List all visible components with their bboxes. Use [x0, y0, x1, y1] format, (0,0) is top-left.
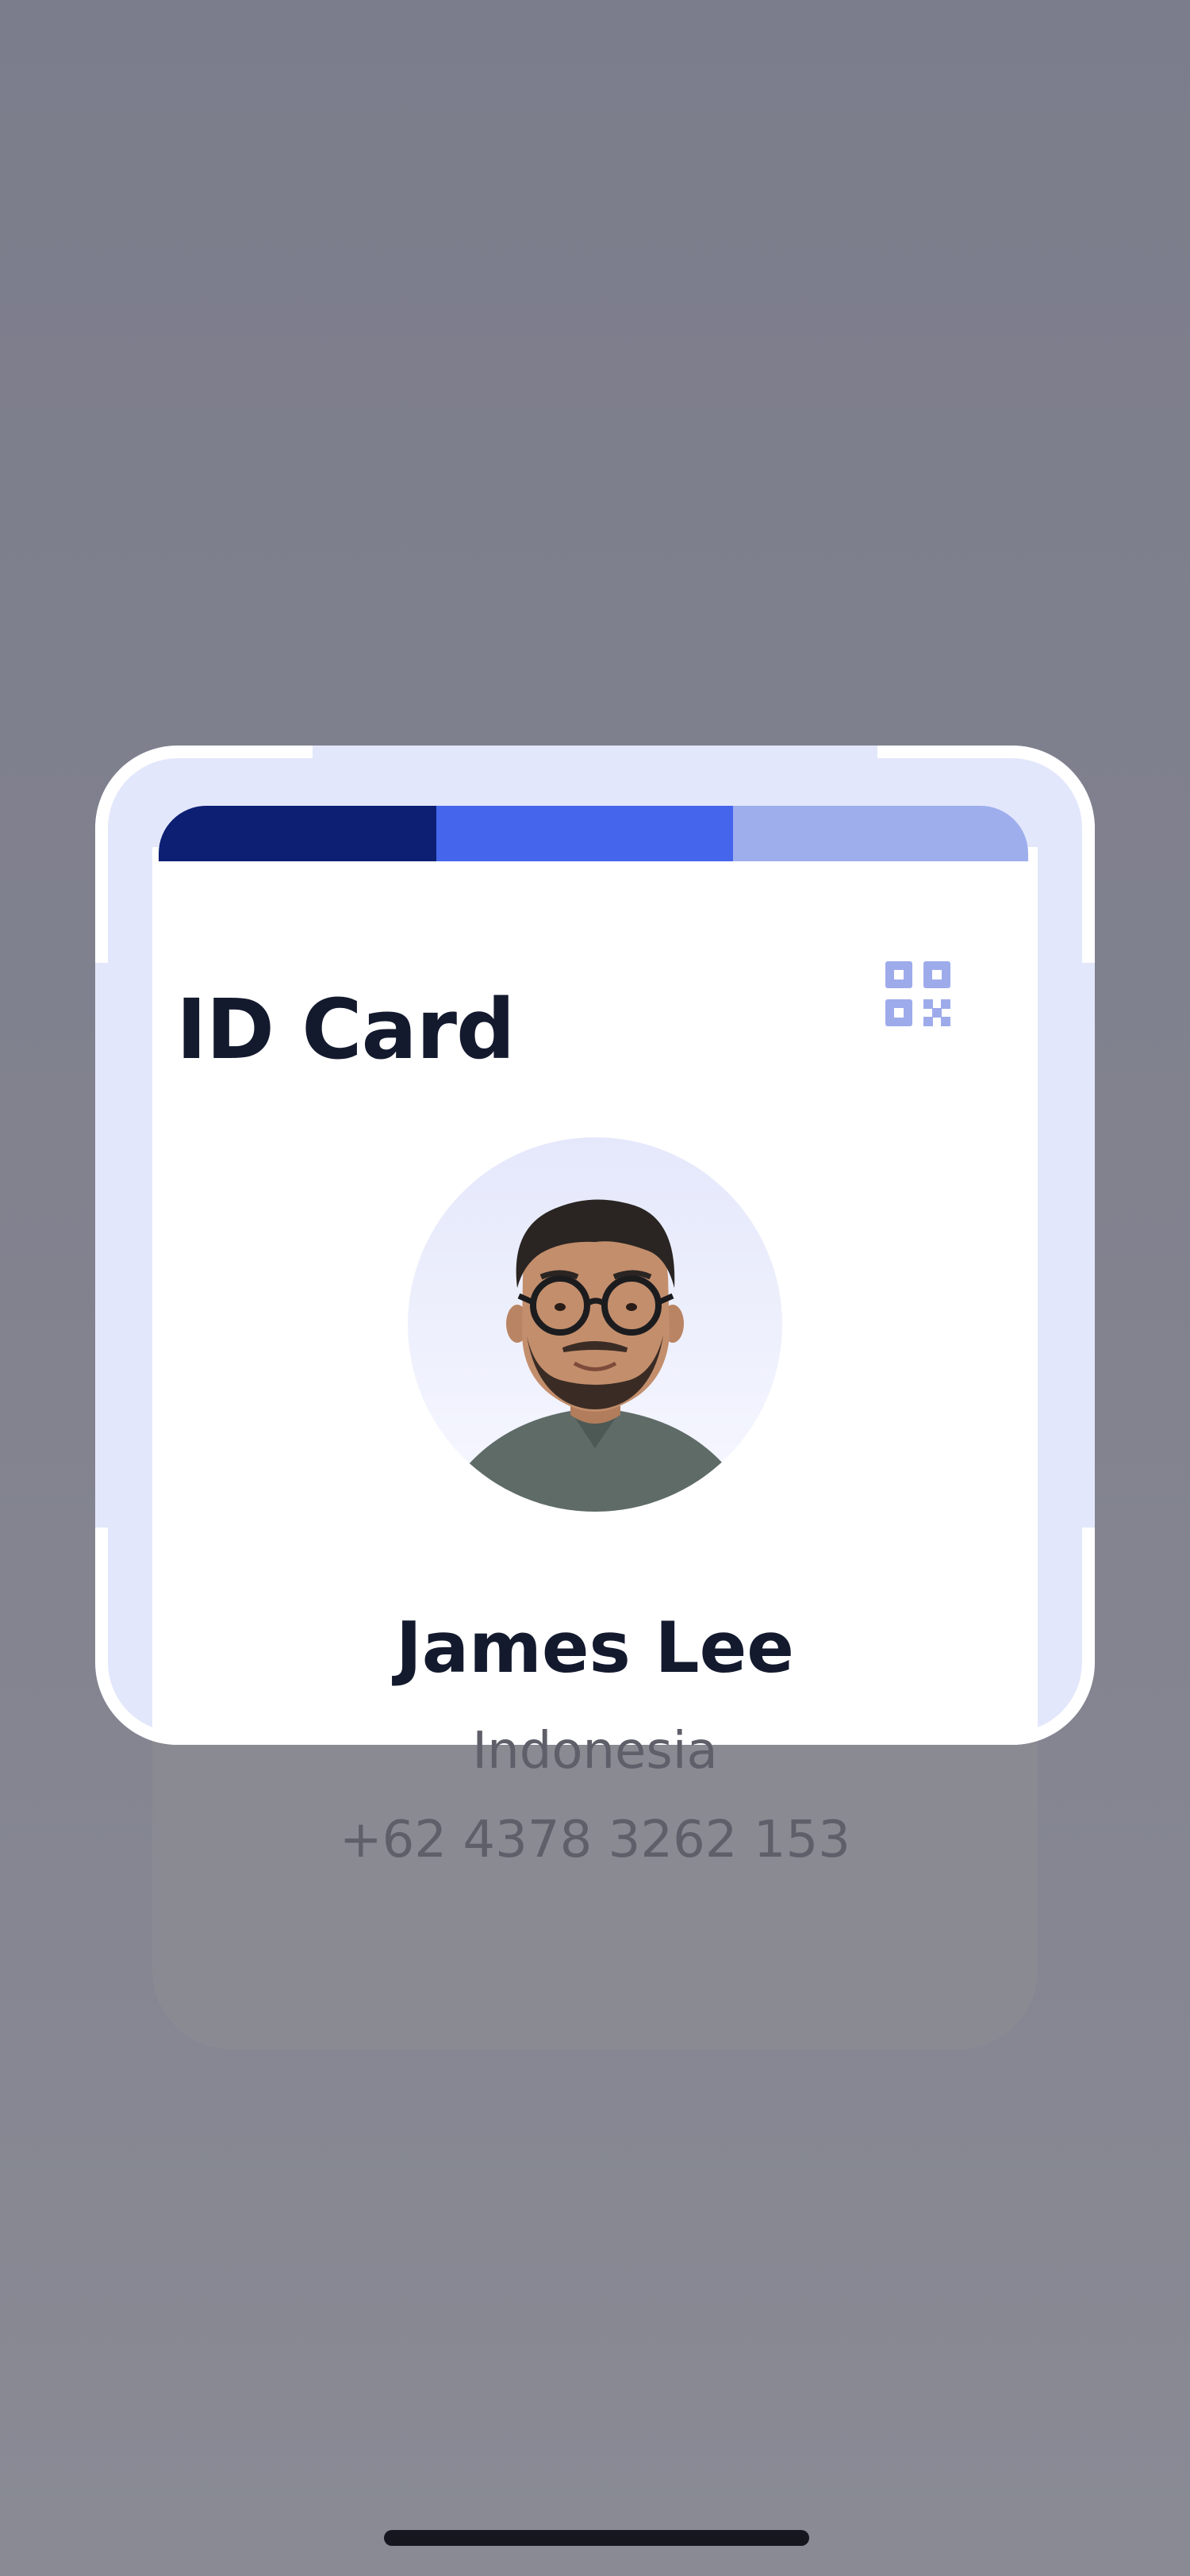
scan-corner-top-left — [95, 746, 313, 963]
scan-corner-top-right — [877, 746, 1095, 963]
card-title: ID Card — [176, 981, 515, 1078]
card-holder-phone: +62 4378 3262 153 — [340, 1811, 850, 1869]
person-illustration — [451, 1199, 741, 1512]
card-holder-name: James Lee — [396, 1607, 794, 1689]
home-indicator[interactable] — [384, 2530, 809, 2546]
stripe-medium — [436, 806, 733, 861]
card-holder-country: Indonesia — [472, 1722, 718, 1781]
profile-photo — [408, 1137, 782, 1512]
qr-code-icon[interactable] — [885, 961, 950, 1026]
